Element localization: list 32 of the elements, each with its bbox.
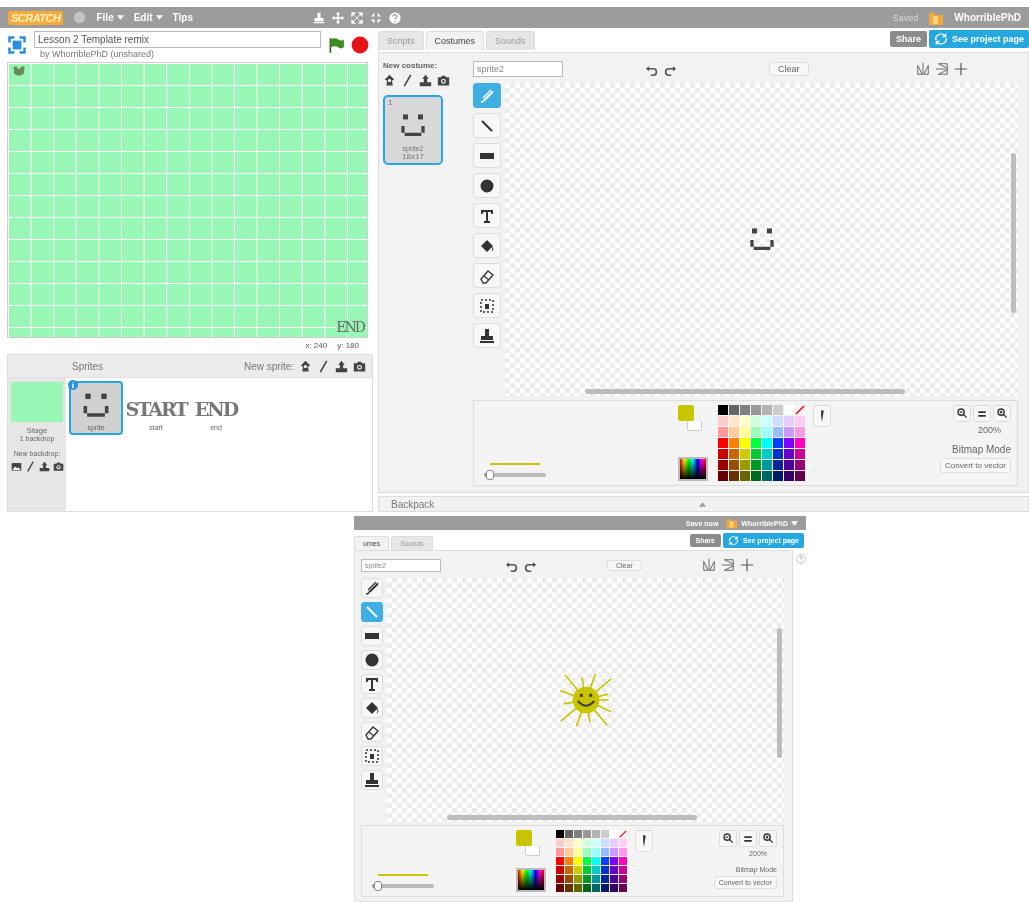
save-status: Saved [892, 12, 919, 23]
tab[interactable]: Scripts [378, 31, 424, 50]
stage-label: Stage [26, 426, 48, 435]
tab[interactable]: Costumes [425, 31, 485, 50]
backpack-label: Backpack [391, 498, 435, 510]
sprite-lettering: END [194, 398, 238, 420]
mode-label: Bitmap Mode [952, 444, 1011, 456]
stage-canvas[interactable]: END [7, 62, 368, 338]
project-page-button[interactable]: See project page [928, 30, 1029, 48]
costume-number: 1 [388, 98, 393, 107]
byline: by WhorriblePhD (unshared) [39, 49, 156, 59]
backpack-bar[interactable]: Backpack [378, 496, 1029, 512]
coordinate-readout: x: 240 [305, 340, 328, 350]
menu-item[interactable]: Edit [133, 12, 153, 23]
new-sprite-label: New sprite: [244, 360, 294, 372]
share-button[interactable]: Share [889, 31, 927, 47]
convert-to-vector-button[interactable]: Convert to vector [940, 458, 1011, 474]
project-title-field[interactable]: Lesson 2 Template remix [34, 31, 321, 48]
new-costume-label: New costume: [383, 61, 439, 70]
costume-size: 18x17 [402, 152, 424, 161]
menu-item[interactable]: Tips [172, 12, 193, 23]
costume-name-field[interactable]: sprite2 [473, 61, 563, 77]
clear-button[interactable]: Clear [769, 62, 809, 76]
sprite-lettering: END [336, 320, 364, 334]
username[interactable]: WhorriblePhD [954, 12, 1021, 23]
coordinate-readout: y: 180 [337, 340, 359, 350]
tab[interactable]: Sounds [486, 31, 535, 50]
logo[interactable]: SCRATCH [8, 10, 64, 25]
sprite-lettering: START [125, 398, 187, 420]
sprites-heading: Sprites [72, 360, 104, 372]
menu-item[interactable]: File [96, 12, 114, 23]
zoom-level: 200% [977, 425, 1001, 436]
